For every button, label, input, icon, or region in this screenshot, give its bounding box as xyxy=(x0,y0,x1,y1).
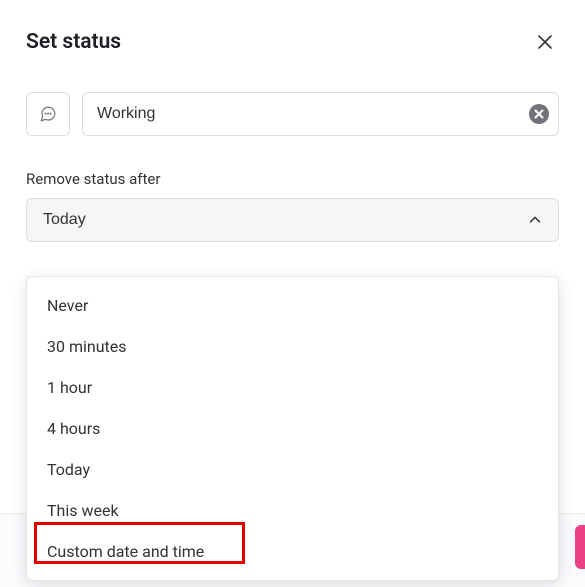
option-never[interactable]: Never xyxy=(27,285,558,326)
status-input[interactable] xyxy=(82,92,559,136)
speech-bubble-icon xyxy=(39,105,57,123)
close-button[interactable] xyxy=(531,28,559,56)
remove-status-label: Remove status after xyxy=(26,170,559,188)
dropdown-selected-value: Today xyxy=(43,211,86,229)
chevron-up-icon xyxy=(528,213,542,227)
option-custom-date-time[interactable]: Custom date and time xyxy=(27,531,558,572)
close-icon xyxy=(537,34,553,50)
option-30-minutes[interactable]: 30 minutes xyxy=(27,326,558,367)
remove-status-dropdown[interactable]: Today xyxy=(26,198,559,242)
option-1-hour[interactable]: 1 hour xyxy=(27,367,558,408)
option-4-hours[interactable]: 4 hours xyxy=(27,408,558,449)
dialog-title: Set status xyxy=(26,30,121,54)
status-input-wrapper xyxy=(82,92,559,136)
clear-status-button[interactable] xyxy=(529,104,549,124)
dialog-header: Set status xyxy=(26,28,559,56)
submit-button-edge[interactable] xyxy=(575,525,585,569)
option-this-week[interactable]: This week xyxy=(27,490,558,531)
remove-status-menu: Never 30 minutes 1 hour 4 hours Today Th… xyxy=(26,276,559,581)
status-row xyxy=(26,92,559,136)
set-status-dialog: Set status Rem xyxy=(0,0,585,262)
option-today[interactable]: Today xyxy=(27,449,558,490)
emoji-picker-button[interactable] xyxy=(26,92,70,136)
x-icon xyxy=(534,109,544,119)
